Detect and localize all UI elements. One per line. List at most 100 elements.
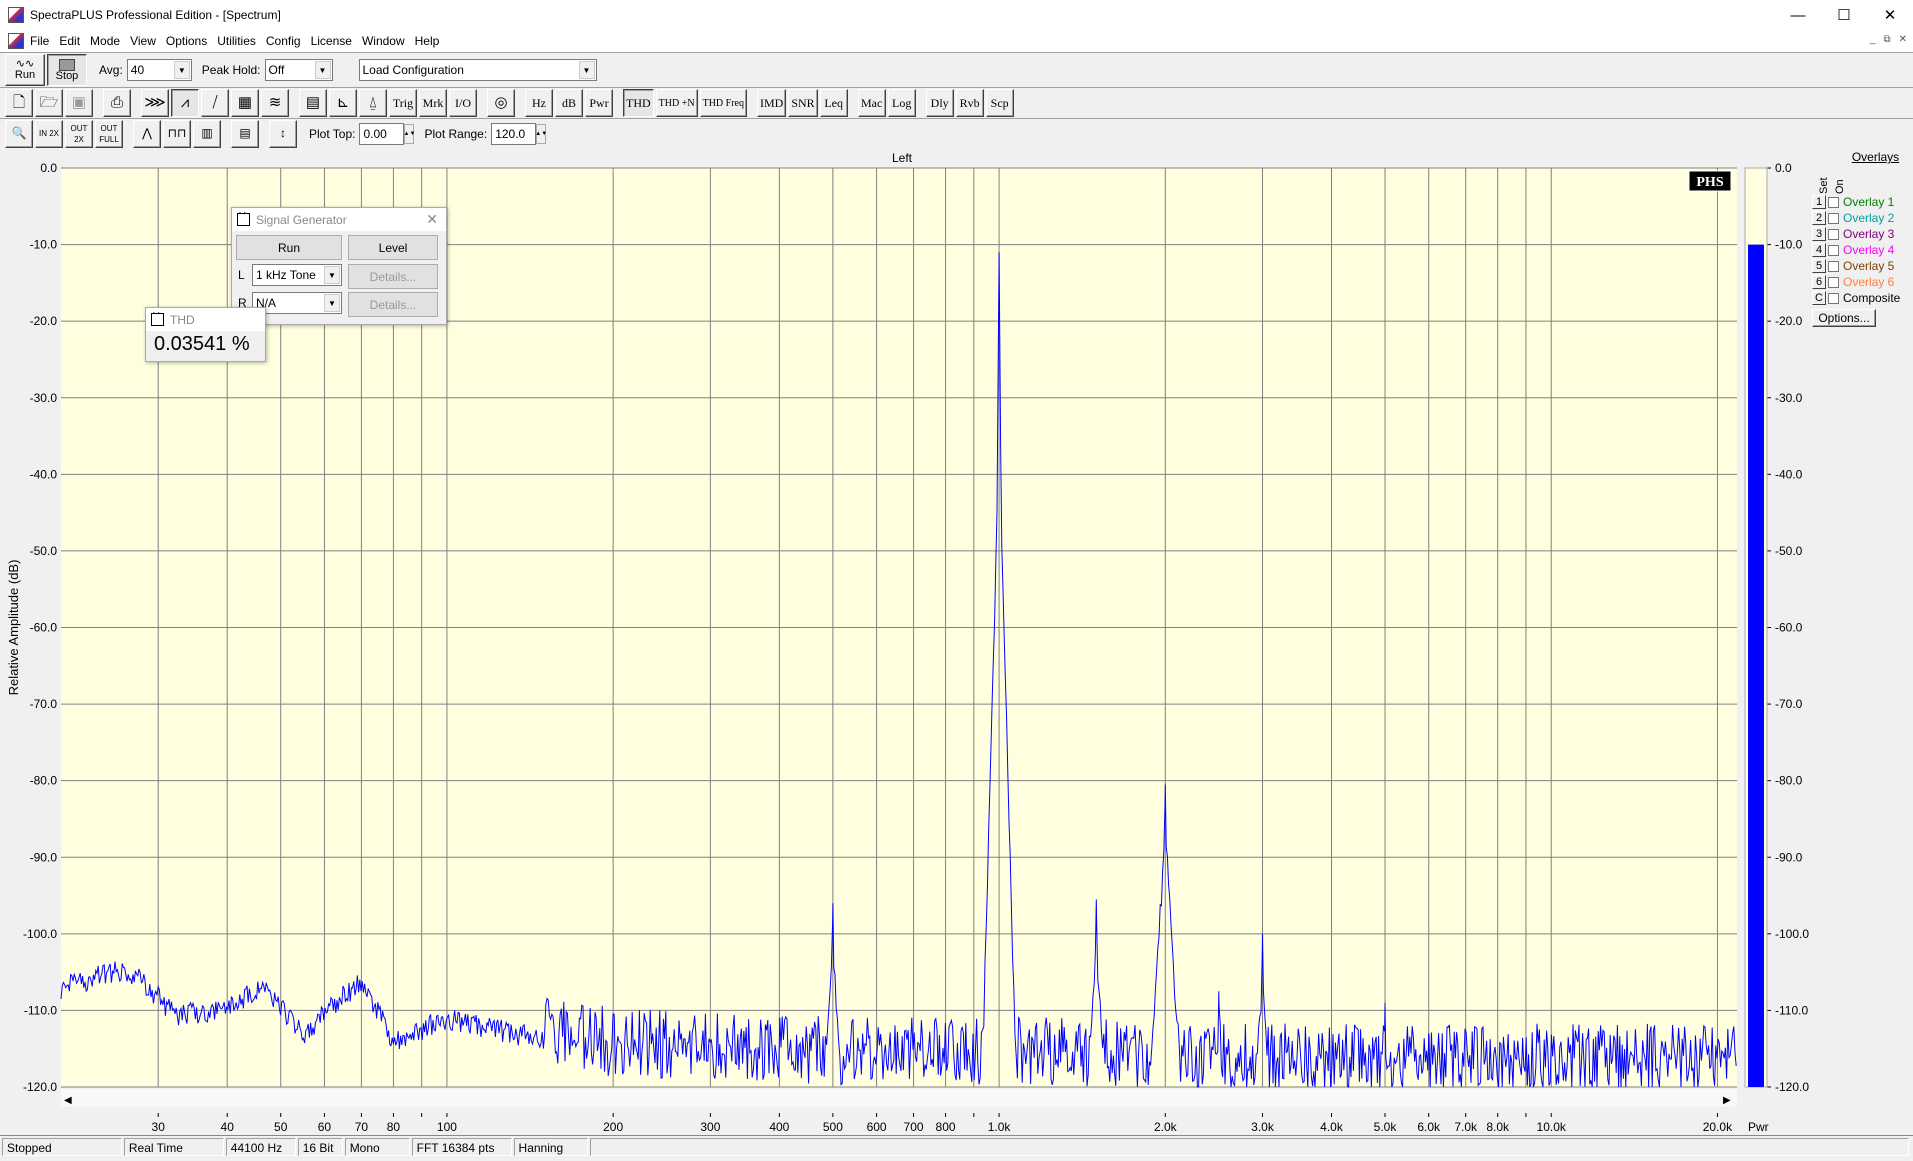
thd-freq-button[interactable]: THD Freq: [699, 89, 747, 117]
dly-button[interactable]: Dly: [925, 89, 954, 117]
meter-tick-label: -60.0: [1775, 621, 1803, 635]
overlay-set-button[interactable]: 2: [1812, 211, 1826, 225]
plot-range-input[interactable]: 120.0: [491, 122, 537, 145]
log-button[interactable]: Log: [887, 89, 916, 117]
overlay-checkbox[interactable]: [1828, 212, 1839, 224]
chevron-down-icon[interactable]: ▼: [324, 266, 340, 284]
scale-range-button[interactable]: ↕: [269, 119, 297, 148]
bar-plot-button[interactable]: ⊓⊓: [163, 119, 191, 148]
menu-file[interactable]: File: [30, 34, 49, 48]
time-series-button[interactable]: ⩘: [171, 89, 199, 117]
mdi-restore-icon[interactable]: ⧉: [1883, 34, 1890, 45]
plot-top-input[interactable]: 0.00: [359, 122, 405, 145]
maximize-icon[interactable]: ☐: [1821, 0, 1867, 30]
chevron-down-icon[interactable]: ▼: [314, 61, 331, 79]
menu-edit[interactable]: Edit: [59, 34, 80, 48]
generator-run-button[interactable]: Run: [236, 235, 342, 260]
menu-window[interactable]: Window: [362, 34, 405, 48]
x-tick-label: 70: [355, 1120, 369, 1133]
mdi-close-icon[interactable]: ✕: [1899, 34, 1907, 45]
scroll-right-icon[interactable]: ▶: [1723, 1095, 1731, 1106]
zoom-out-full-button[interactable]: OUT FULL: [95, 119, 123, 148]
stop-button[interactable]: Stop: [47, 54, 87, 86]
x-tick-label: 400: [769, 1120, 789, 1133]
overlay-set-button[interactable]: 1: [1812, 195, 1826, 209]
zoom-out-2x-button[interactable]: OUT 2X: [65, 119, 93, 148]
chevron-down-icon[interactable]: ▼: [173, 61, 190, 79]
leq-button[interactable]: Leq: [819, 89, 848, 117]
sawtooth-button[interactable]: ⧸: [201, 89, 229, 117]
hz-button[interactable]: Hz: [525, 89, 553, 117]
minimize-icon[interactable]: —: [1775, 0, 1821, 30]
spectrum-mode-button[interactable]: ⋙: [141, 89, 169, 117]
3d-surface-button[interactable]: ≋: [261, 89, 289, 117]
scroll-left-icon[interactable]: ◀: [64, 1095, 72, 1106]
horizontal-scrollbar[interactable]: [61, 1089, 1737, 1107]
overlay-set-button[interactable]: C: [1812, 291, 1826, 305]
line-plot-button[interactable]: ⋀: [133, 119, 161, 148]
db-button[interactable]: dB: [555, 89, 583, 117]
thd-button[interactable]: THD: [623, 89, 654, 117]
menu-license[interactable]: License: [311, 34, 352, 48]
left-signal-select[interactable]: 1 kHz Tone ▼: [252, 264, 342, 286]
close-icon[interactable]: ✕: [426, 211, 438, 228]
overlay-set-button[interactable]: 3: [1812, 227, 1826, 241]
menu-help[interactable]: Help: [415, 34, 440, 48]
scaling-button[interactable]: ⊾: [329, 89, 357, 117]
zoom-button[interactable]: 🔍: [5, 119, 33, 148]
overlay-set-button[interactable]: 4: [1812, 243, 1826, 257]
overlay-checkbox[interactable]: [1828, 292, 1839, 304]
menu-view[interactable]: View: [130, 34, 156, 48]
octave-plot-button[interactable]: ▥: [193, 119, 221, 148]
x-tick-label: 60: [318, 1120, 332, 1133]
plot-range-spinner[interactable]: ▲▼: [535, 123, 547, 144]
overlay-checkbox[interactable]: [1828, 228, 1839, 240]
thd-n-button[interactable]: THD +N: [655, 89, 698, 117]
save-button[interactable]: ▣: [65, 89, 93, 117]
right-details-button[interactable]: Details...: [348, 292, 438, 317]
new-file-button[interactable]: 🗋: [5, 89, 33, 117]
mac-button[interactable]: Mac: [857, 89, 886, 117]
plot-top-spinner[interactable]: ▲▼: [404, 123, 415, 144]
signal-generator-button[interactable]: ◎: [487, 89, 515, 117]
zoom-in-2x-button[interactable]: IN 2X: [35, 119, 63, 148]
chevron-down-icon[interactable]: ▼: [324, 294, 340, 312]
menu-utilities[interactable]: Utilities: [217, 34, 256, 48]
trig-button[interactable]: Trig: [389, 89, 417, 117]
left-details-button[interactable]: Details...: [348, 264, 438, 289]
overlay-checkbox[interactable]: [1828, 276, 1839, 288]
close-icon[interactable]: ✕: [1867, 0, 1913, 30]
mdi-minimize-icon[interactable]: _: [1870, 34, 1876, 45]
chevron-down-icon[interactable]: ▼: [578, 61, 595, 79]
print-button[interactable]: ⎙: [103, 89, 131, 117]
overlay-set-button[interactable]: 6: [1812, 275, 1826, 289]
doc-icon[interactable]: [8, 33, 24, 49]
spectrogram-button[interactable]: ▦: [231, 89, 259, 117]
overlay-checkbox[interactable]: [1828, 244, 1839, 256]
menu-config[interactable]: Config: [266, 34, 301, 48]
x-tick-label: 6.0k: [1417, 1120, 1441, 1133]
open-folder-button[interactable]: 🗁: [35, 89, 63, 117]
plot-settings-button[interactable]: ▤: [231, 119, 259, 148]
stop-label: Stop: [55, 69, 79, 82]
overlay-options-button[interactable]: Options...: [1812, 309, 1876, 327]
mrk-button[interactable]: Mrk: [419, 89, 447, 117]
menu-options[interactable]: Options: [166, 34, 207, 48]
run-button[interactable]: ∿∿ Run: [5, 54, 45, 86]
menu-mode[interactable]: Mode: [90, 34, 120, 48]
imd-button[interactable]: IMD: [756, 89, 787, 117]
pwr-button[interactable]: Pwr: [585, 89, 613, 117]
scp-button[interactable]: Scp: [985, 89, 1014, 117]
calibration-button[interactable]: ⍙: [359, 89, 387, 117]
settings-panel-button[interactable]: ▤: [299, 89, 327, 117]
generator-level-button[interactable]: Level: [348, 235, 438, 260]
i-o-button[interactable]: I/O: [449, 89, 477, 117]
snr-button[interactable]: SNR: [788, 89, 818, 117]
peak-hold-select[interactable]: Off ▼: [264, 59, 333, 81]
overlay-checkbox[interactable]: [1828, 260, 1839, 272]
overlay-checkbox[interactable]: [1828, 196, 1839, 208]
load-configuration-select[interactable]: Load Configuration ▼: [358, 59, 597, 81]
overlay-set-button[interactable]: 5: [1812, 259, 1826, 273]
avg-select[interactable]: 40 ▼: [126, 59, 192, 81]
rvb-button[interactable]: Rvb: [955, 89, 984, 117]
